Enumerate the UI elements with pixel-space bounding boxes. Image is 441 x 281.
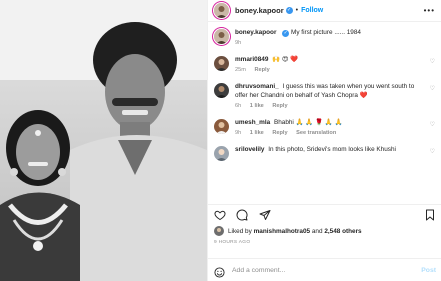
caption-text: My first picture ...... 1984 <box>291 29 361 36</box>
liker-avatar <box>214 226 224 236</box>
comment-text: Bhabhi 🙏 🙏 🌹 🙏 🙏 <box>273 119 343 126</box>
verified-badge-icon: ✓ <box>285 7 293 14</box>
follow-button[interactable]: Follow <box>301 7 323 14</box>
commenter-avatar[interactable] <box>214 119 229 134</box>
caption-age: 9h <box>235 40 242 46</box>
reply-button[interactable]: Reply <box>272 130 287 136</box>
commenter-avatar[interactable] <box>214 146 229 161</box>
see-translation-link[interactable]: See translation <box>296 130 336 136</box>
liked-by-prefix: Liked by <box>228 227 252 235</box>
reply-button[interactable]: Reply <box>272 103 287 109</box>
comment-like-count[interactable]: 1 like <box>250 130 264 136</box>
author-avatar[interactable] <box>214 3 229 18</box>
post-timestamp: 9 HOURS AGO <box>214 240 251 245</box>
author-username[interactable]: boney.kapoor <box>235 6 284 15</box>
post-actions-bar <box>208 204 441 222</box>
comment-username[interactable]: mmari0849 <box>235 56 268 63</box>
comment-row: umesh_mla Bhabhi 🙏 🙏 🌹 🙏 🙏 9h 1 like Rep… <box>214 118 435 136</box>
commenter-avatar[interactable] <box>214 83 229 98</box>
comment-age: 25m <box>235 67 246 73</box>
post-header: boney.kapoor ✓ • Follow ••• <box>208 0 441 22</box>
share-icon[interactable] <box>259 209 271 221</box>
liked-by-and: and <box>311 227 323 235</box>
caption-row: boney.kapoor ✓ My first picture ...... 1… <box>214 28 435 46</box>
comment-username[interactable]: umesh_mla <box>235 119 270 126</box>
comment-age: 9h <box>235 130 242 136</box>
comment-text: In this photo, Sridevi's mom looks like … <box>268 146 396 153</box>
header-separator: • <box>295 7 299 14</box>
comment-like-heart-icon[interactable]: ♡ <box>430 58 435 65</box>
caption-avatar[interactable] <box>214 29 229 44</box>
commenter-avatar[interactable] <box>214 56 229 71</box>
caption-username[interactable]: boney.kapoor <box>235 29 276 36</box>
liked-by-summary[interactable]: Liked by manishmalhotra05 and 2,548 othe… <box>214 226 362 236</box>
post-photo[interactable] <box>0 0 207 281</box>
add-comment-bar: Post <box>208 258 441 281</box>
more-options-icon[interactable]: ••• <box>424 6 435 15</box>
bookmark-icon[interactable] <box>424 209 436 221</box>
post-side-panel: boney.kapoor ✓ • Follow ••• boney.kapoor… <box>207 0 441 281</box>
comment-icon[interactable] <box>236 209 248 221</box>
comment-row: srilovelily In this photo, Sridevi's mom… <box>214 145 435 161</box>
comment-row: mmari0849 🙌 😍 ❤️ 25m Reply ♡ <box>214 55 435 73</box>
reply-button[interactable]: Reply <box>254 67 269 73</box>
smiley-icon[interactable] <box>214 265 225 278</box>
vintage-photo-image <box>0 0 207 281</box>
post-comment-button[interactable]: Post <box>421 267 436 274</box>
comment-row: dhruvsomani_ I guess this was taken when… <box>214 82 435 109</box>
comment-text: 🙌 😍 ❤️ <box>272 56 299 63</box>
comment-like-heart-icon[interactable]: ♡ <box>430 121 435 128</box>
comment-username[interactable]: srilovelily <box>235 146 265 153</box>
comment-age: 6h <box>235 103 242 109</box>
comments-list[interactable]: boney.kapoor ✓ My first picture ...... 1… <box>208 22 441 194</box>
add-comment-input[interactable] <box>232 266 402 274</box>
comment-like-heart-icon[interactable]: ♡ <box>430 85 435 92</box>
caption-verified-icon: ✓ <box>282 30 290 37</box>
heart-icon[interactable] <box>214 209 226 221</box>
comment-like-count[interactable]: 1 like <box>250 103 264 109</box>
liked-by-user[interactable]: manishmalhotra05 <box>254 228 310 235</box>
comment-like-heart-icon[interactable]: ♡ <box>430 148 435 155</box>
comment-username[interactable]: dhruvsomani_ <box>235 83 279 90</box>
liked-by-others[interactable]: 2,548 others <box>324 228 361 235</box>
